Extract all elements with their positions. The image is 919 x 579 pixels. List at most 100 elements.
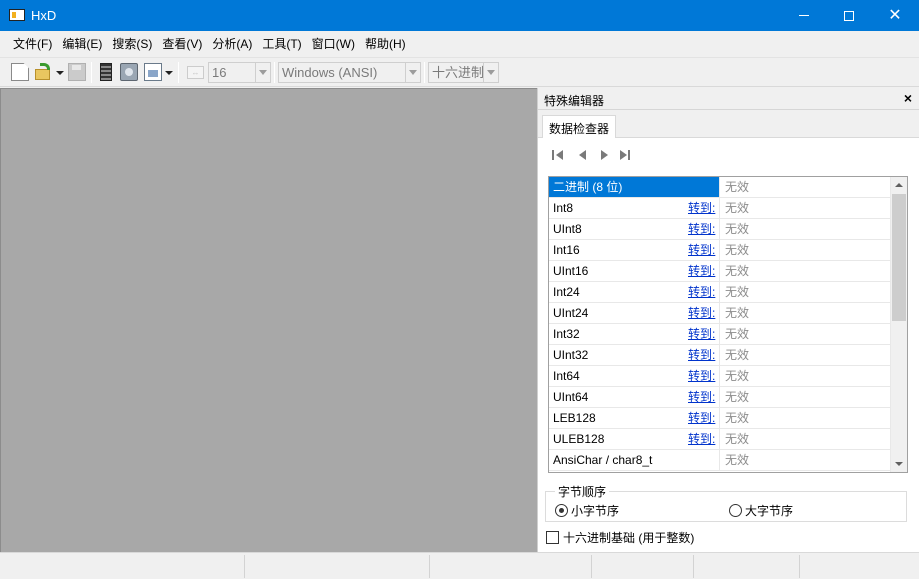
row-value[interactable]: 无效 [719,408,890,428]
close-window-button[interactable]: ✕ [872,0,918,31]
toolbar: ↔ 16 Windows (ANSI) 十六进制 [0,58,919,87]
hex-basis-label: 十六进制基础 (用于整数) [563,530,695,545]
goto-link[interactable]: 转到: [688,429,715,449]
row-value[interactable]: 无效 [719,219,890,239]
scroll-thumb[interactable] [892,194,906,321]
big-endian-radio[interactable] [729,503,742,517]
offset-base-select[interactable]: 十六进制 [428,62,499,83]
hxd-app-icon[interactable] [9,9,25,21]
maximize-button[interactable] [826,0,872,31]
title-bar: HxD ✕ [0,0,919,31]
menu-file[interactable]: 文件(F) [8,34,57,54]
table-row[interactable]: Int16 转到: 无效 [549,240,890,261]
open-dropdown-arrow-icon[interactable] [56,71,64,75]
table-row[interactable]: AnsiChar / char8_t 无效 [549,450,890,471]
row-value[interactable]: 无效 [719,177,890,197]
next-icon[interactable] [598,148,612,162]
row-value[interactable]: 无效 [719,240,890,260]
tab-data-inspector[interactable]: 数据检查器 [542,115,617,139]
menu-tools[interactable]: 工具(T) [257,34,306,54]
goto-link[interactable]: 转到: [688,366,715,386]
row-value[interactable]: 无效 [719,324,890,344]
table-row[interactable]: UInt64 转到: 无效 [549,387,890,408]
open-process-icon[interactable] [144,63,162,81]
menu-view[interactable]: 查看(V) [157,34,207,54]
goto-link[interactable]: 转到: [688,282,715,302]
menu-window[interactable]: 窗口(W) [307,34,360,54]
goto-link[interactable]: 转到: [688,240,715,260]
open-disk-icon[interactable] [120,63,138,81]
minimize-button[interactable] [781,0,827,31]
process-dropdown-arrow-icon[interactable] [165,71,173,75]
goto-link[interactable]: 转到: [688,345,715,365]
save-icon[interactable] [68,63,86,81]
little-endian-radio[interactable] [555,503,568,517]
menu-search[interactable]: 搜索(S) [107,34,157,54]
menu-analysis[interactable]: 分析(A) [207,34,257,54]
row-value[interactable]: 无效 [719,198,890,218]
close-panel-icon[interactable]: × [900,90,916,106]
table-row[interactable]: UInt16 转到: 无效 [549,261,890,282]
table-row[interactable]: ULEB128 转到: 无效 [549,429,890,450]
goto-link[interactable]: 转到: [688,219,715,239]
special-editor-panel: 特殊编辑器 × 数据检查器 二进制 (8 位) 无效 Int8 转到: 无效 U… [537,88,919,552]
table-row[interactable]: 二进制 (8 位) 无效 [549,177,890,198]
open-file-icon[interactable] [34,63,52,81]
close-icon: ✕ [888,6,902,24]
chevron-down-icon[interactable] [483,63,498,82]
goto-link[interactable]: 转到: [688,408,715,428]
bytes-per-row-select[interactable]: 16 [208,62,271,83]
goto-link[interactable]: 转到: [688,324,715,344]
menu-edit[interactable]: 编辑(E) [57,34,107,54]
little-endian-option[interactable]: 小字节序 [555,503,620,518]
row-value[interactable]: 无效 [719,387,890,407]
first-byte-icon[interactable] [552,148,566,162]
maximize-icon [844,10,854,21]
hex-basis-option[interactable]: 十六进制基础 (用于整数) [546,530,695,545]
charset-select[interactable]: Windows (ANSI) [278,62,421,83]
row-value[interactable]: 无效 [719,429,890,449]
big-endian-option[interactable]: 大字节序 [729,503,793,518]
row-value[interactable]: 无效 [719,366,890,386]
table-row[interactable]: Int32 转到: 无效 [549,324,890,345]
toolbar-separator [274,62,275,83]
status-segment [694,555,800,578]
panel-header: 特殊编辑器 × [538,88,919,110]
inspector-scrollbar[interactable] [890,177,907,472]
chevron-down-icon[interactable] [405,63,420,82]
table-row[interactable]: Int8 转到: 无效 [549,198,890,219]
byte-order-legend: 字节顺序 [555,483,610,500]
bytes-per-row-value: 16 [212,65,227,80]
table-row[interactable]: UInt8 转到: 无效 [549,219,890,240]
menu-bar: 文件(F) 编辑(E) 搜索(S) 查看(V) 分析(A) 工具(T) 窗口(W… [0,31,919,58]
last-byte-icon[interactable] [620,148,634,162]
row-value[interactable]: 无效 [719,282,890,302]
offset-base-value: 十六进制 [432,65,485,80]
table-row[interactable]: Int24 转到: 无效 [549,282,890,303]
data-inspector-body: 二进制 (8 位) 无效 Int8 转到: 无效 UInt8 转到: 无效 In… [538,138,919,552]
table-row[interactable]: UInt32 转到: 无效 [549,345,890,366]
row-value[interactable]: 无效 [719,450,890,470]
table-row[interactable]: LEB128 转到: 无效 [549,408,890,429]
goto-link[interactable]: 转到: [688,387,715,407]
row-value[interactable]: 无效 [719,261,890,281]
new-file-icon[interactable] [11,63,29,81]
goto-link[interactable]: 转到: [688,261,715,281]
little-endian-label: 小字节序 [571,503,620,518]
menu-help[interactable]: 帮助(H) [360,34,411,54]
table-row[interactable]: UInt24 转到: 无效 [549,303,890,324]
goto-link[interactable]: 转到: [688,198,715,218]
row-value[interactable]: 无效 [719,345,890,365]
scroll-down-icon[interactable] [895,462,903,466]
status-segment [245,555,430,578]
scroll-up-icon[interactable] [895,183,903,187]
hex-basis-checkbox[interactable] [546,530,559,544]
row-value[interactable]: 无效 [719,303,890,323]
panel-title: 特殊编辑器 [544,94,605,108]
table-row[interactable]: Int64 转到: 无效 [549,366,890,387]
previous-icon[interactable] [576,148,590,162]
chevron-down-icon[interactable] [255,63,270,82]
open-ram-icon[interactable] [100,63,112,81]
charset-value: Windows (ANSI) [282,65,378,80]
goto-link[interactable]: 转到: [688,303,715,323]
